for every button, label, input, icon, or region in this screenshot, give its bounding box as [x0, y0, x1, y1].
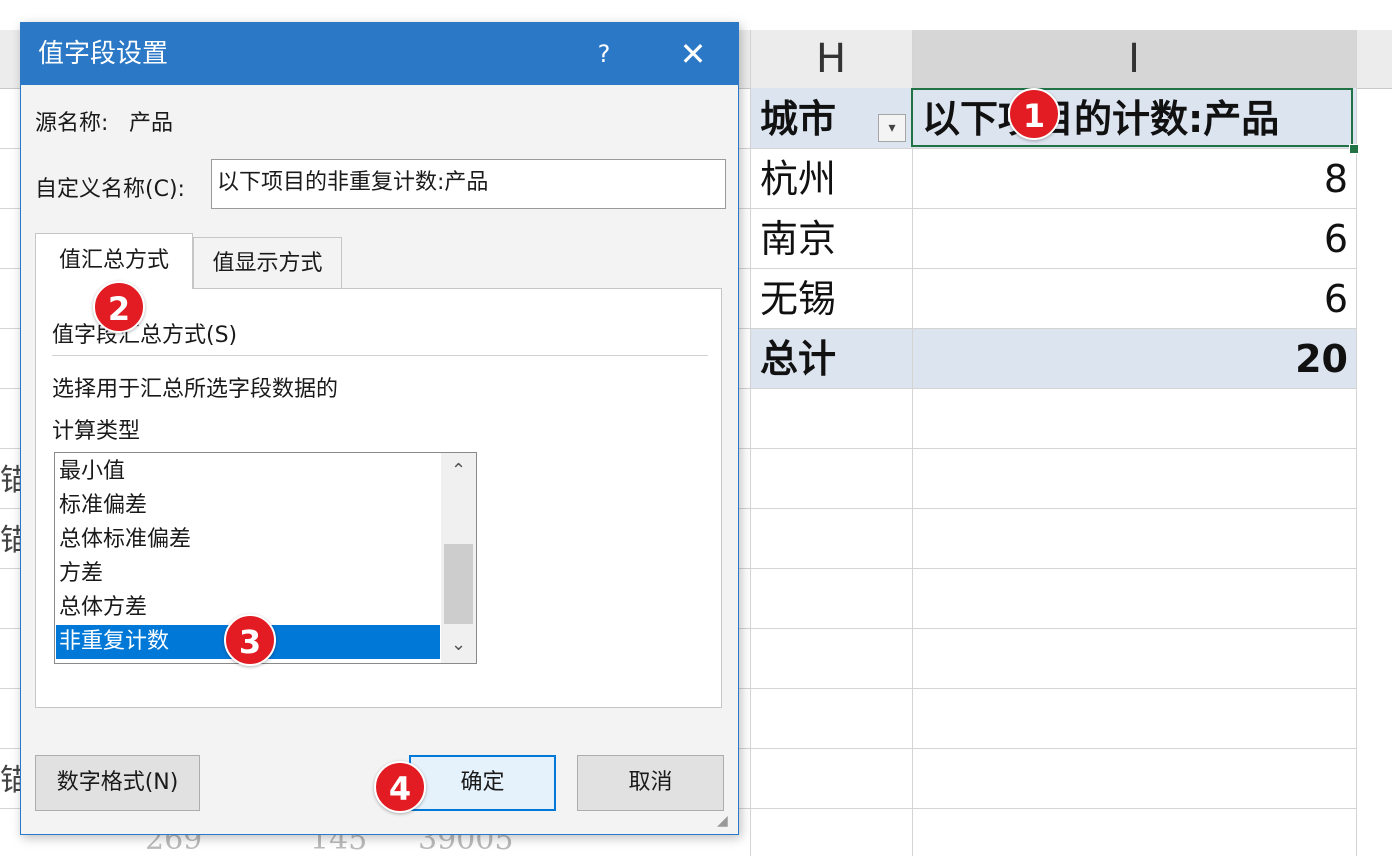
pivot-row-value[interactable]: 6	[912, 270, 1348, 328]
list-item-min[interactable]: 最小值	[59, 455, 125, 489]
number-format-button[interactable]: 数字格式(N)	[35, 755, 200, 811]
column-header-i[interactable]: I	[912, 30, 1356, 88]
callout-badge-1: 1	[1008, 88, 1060, 140]
callout-badge-4: 4	[374, 761, 426, 813]
chevron-up-icon[interactable]: ⌃	[441, 453, 476, 489]
filter-dropdown-icon[interactable]: ▾	[878, 114, 906, 142]
tab-panel: 值字段汇总方式(S) 选择用于汇总所选字段数据的 计算类型 最小值 标准偏差 总…	[35, 288, 722, 708]
column-header-h[interactable]: H	[750, 30, 912, 88]
list-scrollbar[interactable]: ⌃ ⌄	[441, 453, 476, 663]
pivot-row-value[interactable]: 6	[912, 210, 1348, 268]
source-name-value: 产品	[129, 111, 174, 136]
ok-button[interactable]: 确定	[409, 755, 556, 811]
pivot-row-label[interactable]: 杭州	[760, 150, 836, 208]
fill-handle[interactable]	[1349, 144, 1359, 154]
list-item-stdevp[interactable]: 总体标准偏差	[59, 523, 191, 557]
list-item-varp[interactable]: 总体方差	[59, 591, 147, 625]
value-field-settings-dialog: 值字段设置 ? ✕ 源名称: 产品 自定义名称(C): 以下项目的非重复计数:产…	[20, 22, 739, 835]
pivot-row-label[interactable]: 无锡	[760, 270, 836, 328]
resize-grip-icon[interactable]: ◢	[717, 813, 735, 831]
pivot-total-value[interactable]: 20	[912, 330, 1348, 388]
scrollbar-thumb[interactable]	[444, 544, 473, 624]
pivot-row-value[interactable]: 8	[912, 150, 1348, 208]
chevron-down-icon[interactable]: ⌄	[441, 627, 476, 663]
description-line-2: 计算类型	[52, 419, 141, 444]
callout-badge-3: 3	[224, 614, 276, 666]
list-item-var[interactable]: 方差	[59, 557, 103, 591]
custom-name-label: 自定义名称(C):	[35, 177, 185, 202]
list-item-stdev[interactable]: 标准偏差	[59, 489, 147, 523]
selected-cell-outline	[911, 88, 1353, 147]
callout-badge-2: 2	[93, 281, 145, 333]
custom-name-input[interactable]: 以下项目的非重复计数:产品	[211, 159, 726, 209]
source-name-label: 源名称:	[35, 111, 109, 136]
pivot-row-label[interactable]: 南京	[760, 210, 836, 268]
tab-show-values-as[interactable]: 值显示方式	[193, 237, 342, 289]
pivot-row-field-header[interactable]: 城市	[760, 90, 836, 148]
panel-divider	[52, 355, 708, 356]
pivot-total-label[interactable]: 总计	[760, 330, 836, 388]
description-line-1: 选择用于汇总所选字段数据的	[52, 377, 339, 402]
dialog-title: 值字段设置	[38, 39, 169, 69]
close-icon[interactable]: ✕	[665, 23, 721, 85]
summarize-by-heading: 值字段汇总方式(S)	[52, 323, 238, 348]
dialog-title-bar[interactable]: 值字段设置 ? ✕	[21, 23, 738, 85]
cancel-button[interactable]: 取消	[577, 755, 724, 811]
help-icon[interactable]: ?	[581, 23, 627, 85]
